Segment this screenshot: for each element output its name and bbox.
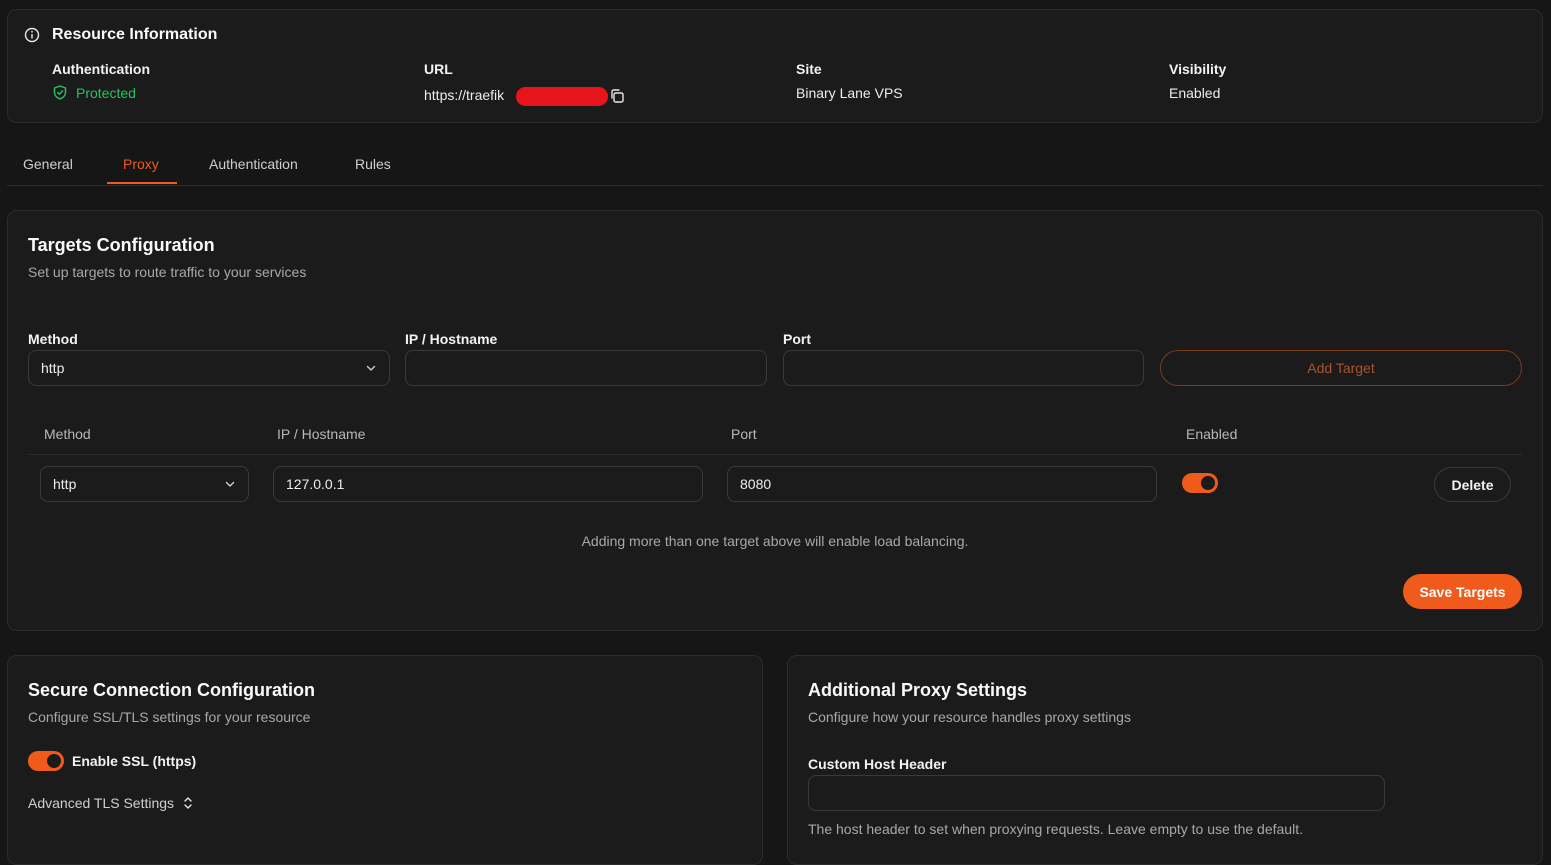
save-targets-label: Save Targets bbox=[1419, 583, 1506, 600]
form-port-input[interactable] bbox=[783, 350, 1144, 386]
host-header-input[interactable] bbox=[808, 775, 1385, 811]
additional-subtitle: Configure how your resource handles prox… bbox=[808, 709, 1131, 725]
site-value: Binary Lane VPS bbox=[796, 85, 903, 101]
host-header-help: The host header to set when proxying req… bbox=[808, 821, 1303, 837]
form-method-select[interactable]: http bbox=[28, 350, 390, 386]
chevron-down-icon bbox=[366, 365, 376, 371]
add-target-button[interactable]: Add Target bbox=[1160, 350, 1522, 386]
url-redaction bbox=[516, 87, 608, 106]
additional-title: Additional Proxy Settings bbox=[808, 680, 1028, 700]
tab-proxy-indicator bbox=[107, 182, 177, 184]
url-value[interactable]: https://traefik bbox=[424, 87, 504, 103]
save-targets-button[interactable]: Save Targets bbox=[1403, 574, 1522, 609]
table-header-port: Port bbox=[731, 426, 757, 442]
authentication-label: Authentication bbox=[52, 61, 150, 77]
form-host-input[interactable] bbox=[405, 350, 767, 386]
visibility-label: Visibility bbox=[1169, 61, 1227, 77]
row-enabled-toggle[interactable] bbox=[1182, 473, 1218, 493]
tab-rules[interactable]: Rules bbox=[355, 156, 391, 172]
table-divider bbox=[28, 454, 1522, 455]
copy-icon[interactable] bbox=[609, 88, 625, 104]
ssl-toggle[interactable] bbox=[28, 751, 64, 771]
row-method-select[interactable]: http bbox=[40, 466, 249, 502]
load-balancing-note: Adding more than one target above will e… bbox=[581, 533, 969, 549]
ssl-label: Enable SSL (https) bbox=[72, 753, 197, 769]
tab-authentication[interactable]: Authentication bbox=[209, 156, 298, 172]
tab-general[interactable]: General bbox=[23, 156, 73, 172]
secure-title: Secure Connection Configuration bbox=[28, 680, 316, 700]
tab-proxy[interactable]: Proxy bbox=[123, 156, 159, 172]
row-host-input[interactable]: 127.0.0.1 bbox=[273, 466, 703, 502]
table-header-host: IP / Hostname bbox=[277, 426, 366, 442]
authentication-status: Protected bbox=[76, 85, 136, 101]
visibility-value: Enabled bbox=[1169, 85, 1221, 101]
site-label: Site bbox=[796, 61, 822, 77]
tab-bar bbox=[7, 185, 1543, 186]
row-method-value: http bbox=[53, 476, 77, 492]
table-header-method: Method bbox=[44, 426, 91, 442]
info-icon bbox=[24, 27, 40, 43]
resource-info-title: Resource Information bbox=[52, 26, 218, 43]
targets-card: Targets Configuration Set up targets to … bbox=[7, 210, 1543, 631]
toggle-knob bbox=[1201, 476, 1215, 490]
url-label: URL bbox=[424, 61, 453, 77]
form-method-value: http bbox=[41, 360, 65, 376]
toggle-knob bbox=[47, 754, 61, 768]
resource-info-card: Resource Information Authentication Prot… bbox=[7, 9, 1543, 123]
targets-subtitle: Set up targets to route traffic to your … bbox=[28, 264, 307, 280]
secure-subtitle: Configure SSL/TLS settings for your reso… bbox=[28, 709, 311, 725]
additional-proxy-card: Additional Proxy Settings Configure how … bbox=[787, 655, 1543, 865]
chevron-up-down-icon bbox=[184, 797, 192, 809]
shield-check-icon bbox=[53, 85, 67, 100]
form-method-label: Method bbox=[28, 331, 78, 347]
form-port-label: Port bbox=[783, 331, 811, 347]
chevron-down-icon bbox=[225, 481, 235, 487]
advanced-tls-label: Advanced TLS Settings bbox=[28, 795, 175, 811]
delete-target-label: Delete bbox=[1451, 476, 1494, 493]
secure-connection-card: Secure Connection Configuration Configur… bbox=[7, 655, 763, 865]
host-header-label: Custom Host Header bbox=[808, 756, 947, 772]
table-header-enabled: Enabled bbox=[1186, 426, 1238, 442]
advanced-tls-toggle[interactable]: Advanced TLS Settings bbox=[28, 795, 194, 811]
add-target-label: Add Target bbox=[1307, 360, 1375, 376]
delete-target-button[interactable]: Delete bbox=[1434, 467, 1511, 502]
targets-title: Targets Configuration bbox=[28, 235, 215, 255]
row-port-input[interactable]: 8080 bbox=[727, 466, 1157, 502]
form-host-label: IP / Hostname bbox=[405, 331, 498, 347]
